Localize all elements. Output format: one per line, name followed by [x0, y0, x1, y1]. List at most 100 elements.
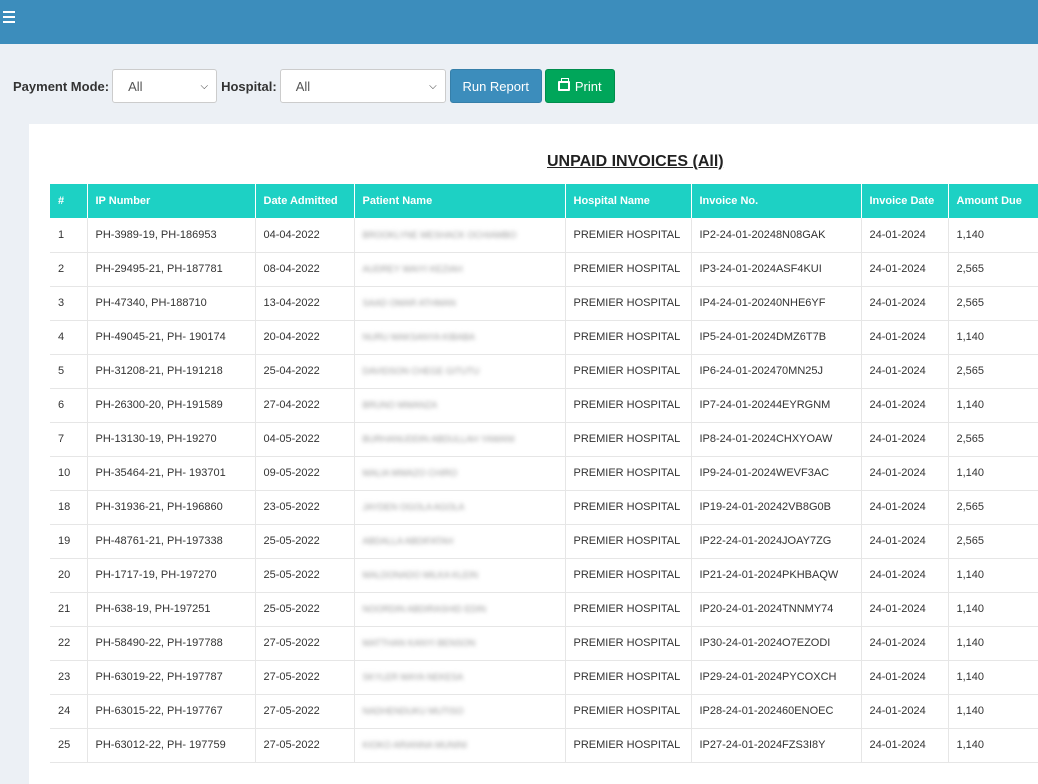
col-patient-name-cell: SAAD OMAR ATHMAN	[354, 286, 566, 321]
col-number-cell: 6	[50, 388, 88, 423]
col-date-admitted-cell: 27-05-2022	[255, 694, 355, 729]
col-ip-number-cell: PH-35464-21, PH- 193701	[87, 456, 256, 491]
col-ip-number-cell: PH-31208-21, PH-191218	[87, 354, 256, 389]
col-amount-due-cell: 1,140	[948, 388, 1038, 423]
col-ip-number-cell: PH-63019-22, PH-197787	[87, 660, 256, 695]
col-number-cell: 4	[50, 320, 88, 355]
payment-mode-label: Payment Mode:	[13, 78, 110, 94]
col-patient-name-cell: NADHENDUKU MUTISO	[354, 694, 566, 729]
col-date-admitted-cell: 09-05-2022	[255, 456, 355, 491]
col-date-admitted-cell: 08-04-2022	[255, 252, 355, 287]
col-patient-name-cell: SKYLER MAYA NEKESA	[354, 660, 566, 695]
col-invoice-date-cell: 24-01-2024	[861, 388, 949, 423]
col-hospital-name-cell: PREMIER HOSPITAL	[565, 490, 692, 525]
print-button[interactable]: Print	[544, 69, 615, 103]
col-invoice-date-cell: 24-01-2024	[861, 252, 949, 287]
table-row: 1 PH-3989-19, PH-186953 04-04-2022 BROOKLYN…	[50, 218, 1038, 253]
col-hospital-name-cell: PREMIER HOSPITAL	[565, 388, 692, 423]
top-navbar	[0, 0, 1038, 44]
col-amount-due-cell: 2,565	[948, 422, 1038, 457]
printer-icon	[557, 78, 570, 91]
col-invoice-date-cell: 24-01-2024	[861, 456, 949, 491]
col-ip-number-cell: PH-47340, PH-188710	[87, 286, 256, 321]
col-invoice-no-cell: IP21-24-01-2024PKHBAQW	[691, 558, 862, 593]
col-date-admitted-cell: 13-04-2022	[255, 286, 355, 321]
col-hospital-name-cell: PREMIER HOSPITAL	[565, 558, 692, 593]
col-date-admitted-cell: 25-05-2022	[255, 592, 355, 627]
col-date-admitted-cell: 25-05-2022	[255, 524, 355, 559]
col-invoice-no-cell: IP9-24-01-2024WEVF3AC	[691, 456, 862, 491]
col-invoice-date-cell: 24-01-2024	[861, 286, 949, 321]
col-invoice-no-cell: IP28-24-01-202460ENOEC	[691, 694, 862, 729]
col-invoice-date-cell: 24-01-2024	[861, 558, 949, 593]
table-row: 24 PH-63015-22, PH-197767 27-05-2022 NADHEN…	[50, 694, 1038, 729]
col-hospital-name-cell: PREMIER HOSPITAL	[565, 422, 692, 457]
col-date-admitted-cell: 25-04-2022	[255, 354, 355, 389]
col-hospital-name-cell: PREMIER HOSPITAL	[565, 694, 692, 729]
col-amount-due-cell: 2,565	[948, 490, 1038, 525]
col-number-cell: 10	[50, 456, 88, 491]
col-amount-due-cell: 1,140	[948, 558, 1038, 593]
col-ip-number-cell: PH-63015-22, PH-197767	[87, 694, 256, 729]
col-hospital-name-cell: PREMIER HOSPITAL	[565, 252, 692, 287]
col-ip-number-header: IP Number	[87, 184, 256, 218]
col-number-cell: 7	[50, 422, 88, 457]
col-ip-number-cell: PH-26300-20, PH-191589	[87, 388, 256, 423]
col-date-admitted-cell: 27-05-2022	[255, 660, 355, 695]
col-patient-name-cell: NOORDIN ABDIRASHID EDIN	[354, 592, 566, 627]
col-invoice-date-cell: 24-01-2024	[861, 592, 949, 627]
col-ip-number-cell: PH-3989-19, PH-186953	[87, 218, 256, 253]
col-number-cell: 21	[50, 592, 88, 627]
col-invoice-no-cell: IP6-24-01-202470MN25J	[691, 354, 862, 389]
col-amount-due-cell: 1,140	[948, 626, 1038, 661]
col-patient-name-cell: BROOKLYNE MESHACK OCHIAMBO	[354, 218, 566, 253]
chevron-down-icon: ⌵	[429, 80, 437, 92]
col-date-admitted-cell: 25-05-2022	[255, 558, 355, 593]
col-number-cell: 23	[50, 660, 88, 695]
col-invoice-date-cell: 24-01-2024	[861, 728, 949, 763]
col-patient-name-header: Patient Name	[354, 184, 566, 218]
col-number-cell: 18	[50, 490, 88, 525]
col-invoice-date-cell: 24-01-2024	[861, 354, 949, 389]
col-hospital-name-cell: PREMIER HOSPITAL	[565, 354, 692, 389]
col-invoice-no-cell: IP20-24-01-2024TNNMY74	[691, 592, 862, 627]
col-number-cell: 25	[50, 728, 88, 763]
payment-mode-value: All	[128, 78, 143, 94]
col-number-cell: 24	[50, 694, 88, 729]
col-invoice-date-cell: 24-01-2024	[861, 524, 949, 559]
col-patient-name-cell: MALDONADO MILKA KLEIN	[354, 558, 566, 593]
hospital-select[interactable]: All ⌵	[279, 69, 446, 103]
report-title: UNPAID INVOICES (All)	[547, 153, 724, 170]
run-report-button[interactable]: Run Report	[449, 69, 542, 103]
col-invoice-no-cell: IP19-24-01-20242VB8G0B	[691, 490, 862, 525]
table-row: 7 PH-13130-19, PH-19270 04-05-2022 BURHANUD…	[50, 422, 1038, 457]
table-row: 3 PH-47340, PH-188710 13-04-2022 SAAD OMAR …	[50, 286, 1038, 321]
col-amount-due-cell: 1,140	[948, 218, 1038, 253]
table-row: 20 PH-1717-19, PH-197270 25-05-2022 MALDONA…	[50, 558, 1038, 593]
col-ip-number-cell: PH-1717-19, PH-197270	[87, 558, 256, 593]
payment-mode-select[interactable]: All ⌵	[112, 69, 218, 103]
menu-toggle-icon[interactable]	[3, 11, 15, 23]
col-amount-due-cell: 2,565	[948, 252, 1038, 287]
col-ip-number-cell: PH-48761-21, PH-197338	[87, 524, 256, 559]
table-row: 4 PH-49045-21, PH- 190174 20-04-2022 NURU M…	[50, 320, 1038, 355]
table-row: 6 PH-26300-20, PH-191589 27-04-2022 BRUNO M…	[50, 388, 1038, 423]
col-hospital-name-cell: PREMIER HOSPITAL	[565, 524, 692, 559]
col-patient-name-cell: MALIA MWAZO CHIRO	[354, 456, 566, 491]
col-invoice-date-header: Invoice Date	[861, 184, 949, 218]
chevron-down-icon: ⌵	[200, 80, 209, 92]
col-amount-due-cell: 1,140	[948, 728, 1038, 763]
col-ip-number-cell: PH-49045-21, PH- 190174	[87, 320, 256, 355]
col-patient-name-cell: DAVIDSON CHEGE GITUTU	[354, 354, 566, 389]
col-invoice-date-cell: 24-01-2024	[861, 490, 949, 525]
col-ip-number-cell: PH-638-19, PH-197251	[87, 592, 256, 627]
col-invoice-date-cell: 24-01-2024	[861, 320, 949, 355]
col-number-cell: 1	[50, 218, 88, 253]
col-number-cell: 19	[50, 524, 88, 559]
col-invoice-date-cell: 24-01-2024	[861, 422, 949, 457]
col-invoice-no-cell: IP2-24-01-20248N08GAK	[691, 218, 862, 253]
report-filters: Payment Mode: All ⌵ Hospital: All ⌵ Run …	[13, 69, 615, 103]
col-date-admitted-header: Date Admitted	[255, 184, 355, 218]
col-invoice-no-cell: IP5-24-01-2024DMZ6T7B	[691, 320, 862, 355]
col-invoice-date-cell: 24-01-2024	[861, 694, 949, 729]
